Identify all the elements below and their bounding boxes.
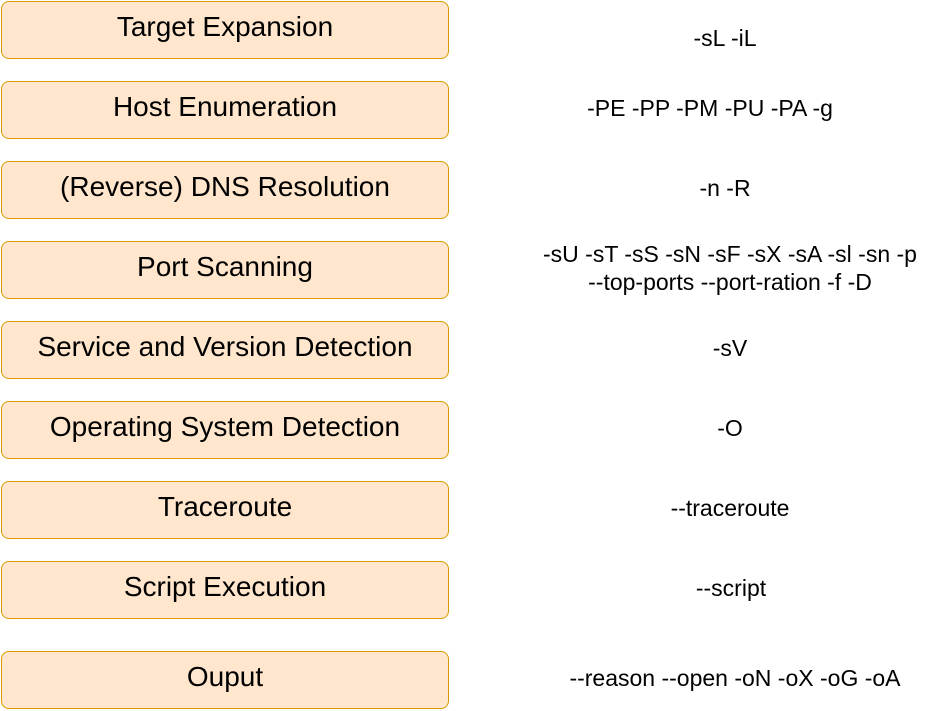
stage-label: Port Scanning: [137, 251, 313, 282]
options-host-enumeration: -PE -PP -PM -PU -PA -g: [430, 94, 941, 122]
stage-label: Target Expansion: [116, 11, 334, 42]
stage-box-output: Ouput: [1, 651, 449, 709]
options-line: -PE -PP -PM -PU -PA -g: [587, 95, 833, 121]
options-os-detection: -O: [450, 414, 941, 442]
options-line: --script: [695, 575, 767, 601]
options-line: -n -R: [699, 175, 751, 201]
stage-label: Service and Version Detection: [37, 331, 413, 362]
stage-label: (Reverse) DNS Resolution: [60, 171, 390, 202]
stage-label: Ouput: [186, 661, 264, 692]
stage-label: Traceroute: [157, 491, 293, 522]
stage-box-os-detection: Operating System Detection: [1, 401, 449, 459]
options-target-expansion: -sL -iL: [445, 24, 941, 52]
stage-label: Script Execution: [123, 571, 327, 602]
options-line: --reason --open -oN -oX -oG -oA: [569, 665, 901, 691]
stage-box-host-enumeration: Host Enumeration: [1, 81, 449, 139]
stage-box-script-execution: Script Execution: [1, 561, 449, 619]
stage-box-version-detection: Service and Version Detection: [1, 321, 449, 379]
stage-box-dns-resolution: (Reverse) DNS Resolution: [1, 161, 449, 219]
options-line: -sV: [712, 335, 748, 361]
options-line: -sL -iL: [693, 25, 757, 51]
stage-label: Host Enumeration: [112, 91, 338, 122]
options-traceroute: --traceroute: [450, 494, 941, 522]
options-line: -sU -sT -sS -sN -sF -sX -sA -sl -sn -p: [543, 241, 917, 267]
options-line: -O: [717, 415, 743, 441]
options-dns-resolution: -n -R: [445, 174, 941, 202]
options-script-execution: --script: [451, 574, 941, 602]
options-output: --reason --open -oN -oX -oG -oA: [455, 664, 941, 692]
options-version-detection: -sV: [450, 334, 941, 362]
stage-box-target-expansion: Target Expansion: [1, 1, 449, 59]
nmap-phases-diagram: Target Expansion -sL -iL Host Enumeratio…: [0, 0, 941, 711]
stage-box-port-scanning: Port Scanning: [1, 241, 449, 299]
options-line: --traceroute: [670, 495, 790, 521]
stage-label: Operating System Detection: [49, 411, 401, 442]
options-line: --top-ports --port-ration -f -D: [588, 269, 872, 295]
options-port-scanning: -sU -sT -sS -sN -sF -sX -sA -sl -sn -p -…: [450, 240, 941, 296]
stage-box-traceroute: Traceroute: [1, 481, 449, 539]
